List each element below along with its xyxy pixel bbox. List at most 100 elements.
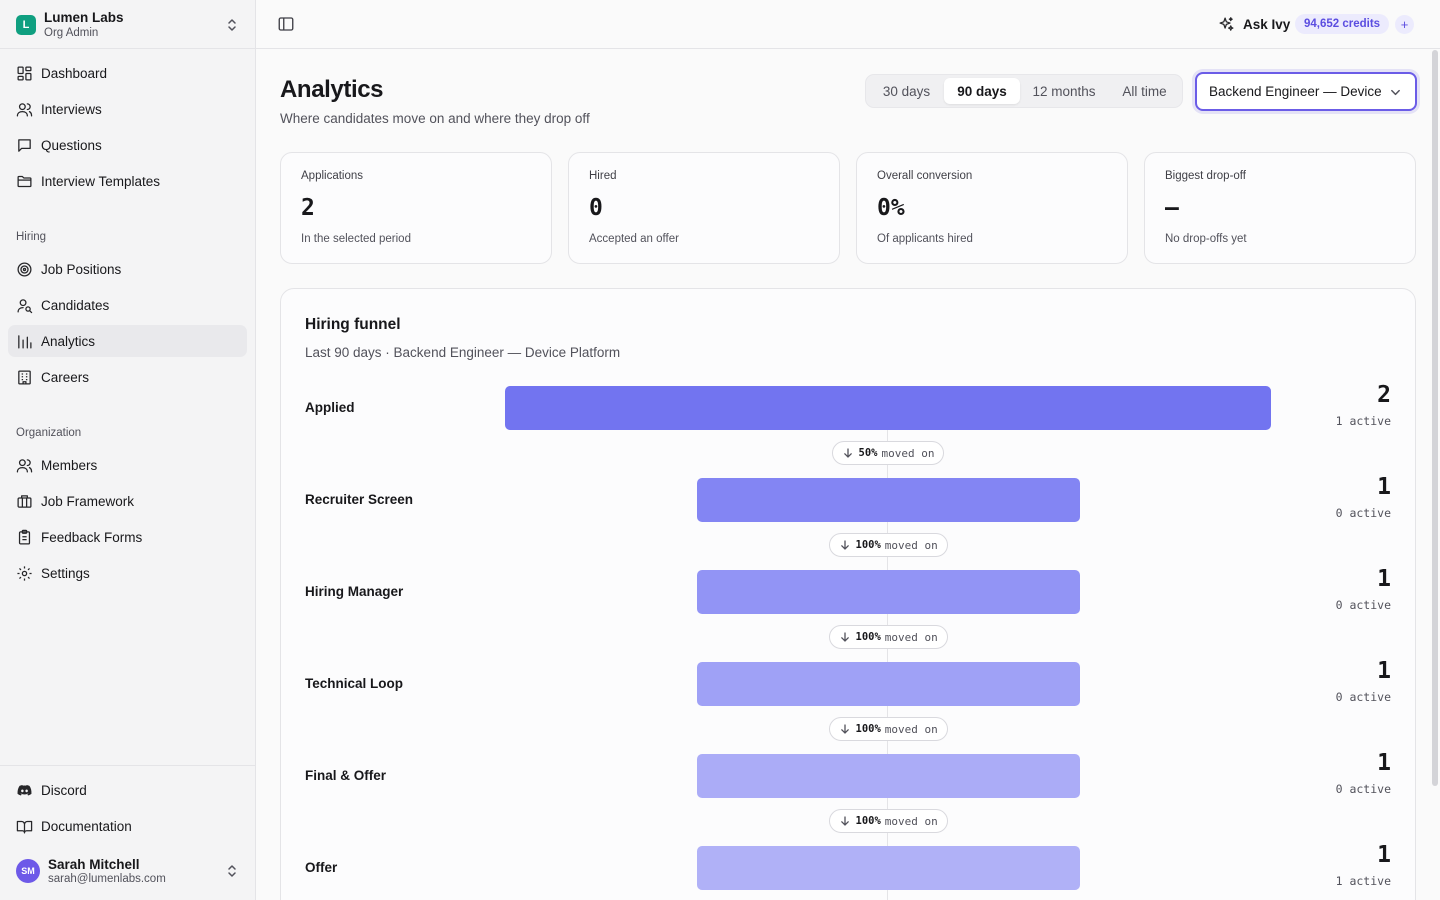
sidebar-item-label: Interviews bbox=[41, 101, 102, 117]
stat-card-biggest-drop-off: Biggest drop-off — No drop-offs yet bbox=[1144, 152, 1416, 264]
add-credits-button[interactable]: + bbox=[1395, 15, 1414, 34]
sidebar-item-candidates[interactable]: Candidates bbox=[8, 289, 247, 321]
book-icon bbox=[16, 820, 33, 834]
funnel-stage-label: Final & Offer bbox=[305, 768, 387, 783]
funnel-bar[interactable] bbox=[505, 386, 1271, 430]
funnel-stage-label: Applied bbox=[305, 400, 355, 415]
users-icon bbox=[16, 102, 33, 117]
divider bbox=[0, 48, 255, 49]
page-subtitle: Where candidates move on and where they … bbox=[280, 111, 590, 126]
sidebar-item-label: Settings bbox=[41, 565, 90, 581]
sidebar-item-interview-templates[interactable]: Interview Templates bbox=[8, 165, 247, 197]
discord-icon bbox=[17, 784, 32, 795]
sidebar-item-feedback-forms[interactable]: Feedback Forms bbox=[8, 521, 247, 553]
funnel-stage-active: 0 active bbox=[1335, 690, 1391, 704]
sidebar-item-label: Careers bbox=[41, 369, 90, 385]
sidebar: L Lumen Labs Org Admin Dashboard Intervi… bbox=[0, 0, 256, 900]
org-switcher[interactable]: L Lumen Labs Org Admin bbox=[8, 6, 248, 44]
scrollbar[interactable] bbox=[1432, 50, 1438, 786]
sidebar-item-dashboard[interactable]: Dashboard bbox=[8, 57, 247, 89]
funnel-bar[interactable] bbox=[696, 478, 1080, 522]
folder-icon bbox=[17, 175, 32, 187]
conversion-rate: 100% bbox=[855, 723, 881, 735]
funnel-bar[interactable] bbox=[696, 754, 1080, 798]
stat-sub: In the selected period bbox=[301, 233, 411, 245]
conversion-pill: 100% moved on bbox=[828, 533, 948, 557]
stat-label: Overall conversion bbox=[877, 170, 973, 182]
tab-all-time[interactable]: All time bbox=[1109, 78, 1180, 104]
tab-30-days[interactable]: 30 days bbox=[869, 78, 944, 104]
sparkles-icon bbox=[1219, 16, 1234, 31]
sidebar-item-label: Interview Templates bbox=[41, 173, 161, 189]
conversion-pill: 100% moved on bbox=[828, 717, 948, 741]
message-icon bbox=[18, 138, 31, 152]
stat-sub: Accepted an offer bbox=[589, 233, 679, 245]
funnel-stage-active: 1 active bbox=[1335, 414, 1391, 428]
tab-12-months[interactable]: 12 months bbox=[1022, 78, 1106, 104]
user-email: sarah@lumenlabs.com bbox=[48, 872, 166, 885]
credits-badge: 94,652 credits bbox=[1295, 14, 1390, 34]
funnel-stage-count: 1 bbox=[1377, 750, 1391, 776]
sidebar-item-job-positions[interactable]: Job Positions bbox=[8, 253, 247, 285]
sidebar-item-discord[interactable]: Discord bbox=[8, 774, 247, 806]
funnel-stage-label: Recruiter Screen bbox=[305, 492, 414, 507]
stat-sub: Of applicants hired bbox=[877, 233, 973, 245]
conversion-rate: 100% bbox=[855, 631, 881, 643]
sidebar-item-label: Job Positions bbox=[41, 261, 122, 277]
sidebar-item-label: Questions bbox=[41, 137, 102, 153]
funnel-stage-count: 1 bbox=[1377, 566, 1391, 592]
arrow-down-icon bbox=[840, 816, 849, 826]
funnel-bar[interactable] bbox=[696, 570, 1080, 614]
user-name: Sarah Mitchell bbox=[48, 856, 140, 872]
stat-label: Applications bbox=[301, 170, 364, 182]
ask-ivy-label: Ask Ivy bbox=[1243, 16, 1291, 32]
chevron-up-down-icon bbox=[228, 19, 236, 31]
funnel-title: Hiring funnel bbox=[305, 316, 401, 333]
arrow-down-icon bbox=[843, 448, 852, 458]
sidebar-item-label: Feedback Forms bbox=[41, 529, 143, 545]
sidebar-item-analytics[interactable]: Analytics bbox=[8, 325, 247, 357]
users-icon bbox=[16, 458, 33, 473]
sidebar-item-label: Dashboard bbox=[41, 65, 108, 81]
sidebar-item-label: Discord bbox=[41, 782, 87, 798]
funnel-bar[interactable] bbox=[696, 662, 1080, 706]
conversion-pill: 50% moved on bbox=[831, 441, 945, 465]
sidebar-item-members[interactable]: Members bbox=[8, 449, 247, 481]
funnel-stage-count: 1 bbox=[1377, 842, 1391, 868]
conversion-pill: 100% moved on bbox=[828, 625, 948, 649]
avatar: SM bbox=[16, 859, 40, 883]
stat-value: 0 bbox=[589, 195, 603, 221]
divider bbox=[0, 765, 255, 766]
sidebar-item-interviews[interactable]: Interviews bbox=[8, 93, 247, 125]
stat-card-applications: Applications 2 In the selected period bbox=[280, 152, 552, 264]
conversion-suffix: moved on bbox=[884, 538, 938, 552]
user-menu[interactable]: SM Sarah Mitchell sarah@lumenlabs.com bbox=[8, 851, 248, 891]
funnel-stage-active: 0 active bbox=[1335, 782, 1391, 796]
sidebar-item-label: Job Framework bbox=[41, 493, 135, 509]
funnel-subtitle: Last 90 days · Backend Engineer — Device… bbox=[305, 345, 621, 360]
conversion-rate: 100% bbox=[855, 815, 881, 827]
sidebar-item-questions[interactable]: Questions bbox=[8, 129, 247, 161]
funnel-stage-label: Offer bbox=[305, 860, 338, 875]
section-label-hiring: Hiring bbox=[16, 231, 47, 243]
conversion-rate: 100% bbox=[855, 539, 881, 551]
sidebar-item-careers[interactable]: Careers bbox=[8, 361, 247, 393]
building-icon bbox=[18, 369, 31, 385]
sidebar-item-documentation[interactable]: Documentation bbox=[8, 810, 247, 842]
tab-90-days[interactable]: 90 days bbox=[944, 78, 1020, 104]
stat-value: 0% bbox=[877, 195, 905, 221]
job-position-select[interactable]: Backend Engineer — Device Platform bbox=[1195, 72, 1417, 111]
funnel-stage-count: 2 bbox=[1377, 382, 1391, 408]
sidebar-item-label: Candidates bbox=[41, 297, 110, 313]
sidebar-item-job-framework[interactable]: Job Framework bbox=[8, 485, 247, 517]
ask-ivy-button[interactable]: Ask Ivy bbox=[1218, 14, 1290, 34]
chevron-up-down-icon bbox=[228, 865, 236, 877]
conversion-suffix: moved on bbox=[884, 814, 938, 828]
funnel-bar[interactable] bbox=[696, 846, 1080, 890]
briefcase-icon bbox=[17, 494, 32, 508]
funnel-stage-active: 1 active bbox=[1335, 874, 1391, 888]
sidebar-item-label: Analytics bbox=[41, 333, 96, 349]
stat-sub: No drop-offs yet bbox=[1165, 233, 1247, 245]
sidebar-item-settings[interactable]: Settings bbox=[8, 557, 247, 589]
sidebar-toggle-icon[interactable] bbox=[277, 15, 295, 33]
